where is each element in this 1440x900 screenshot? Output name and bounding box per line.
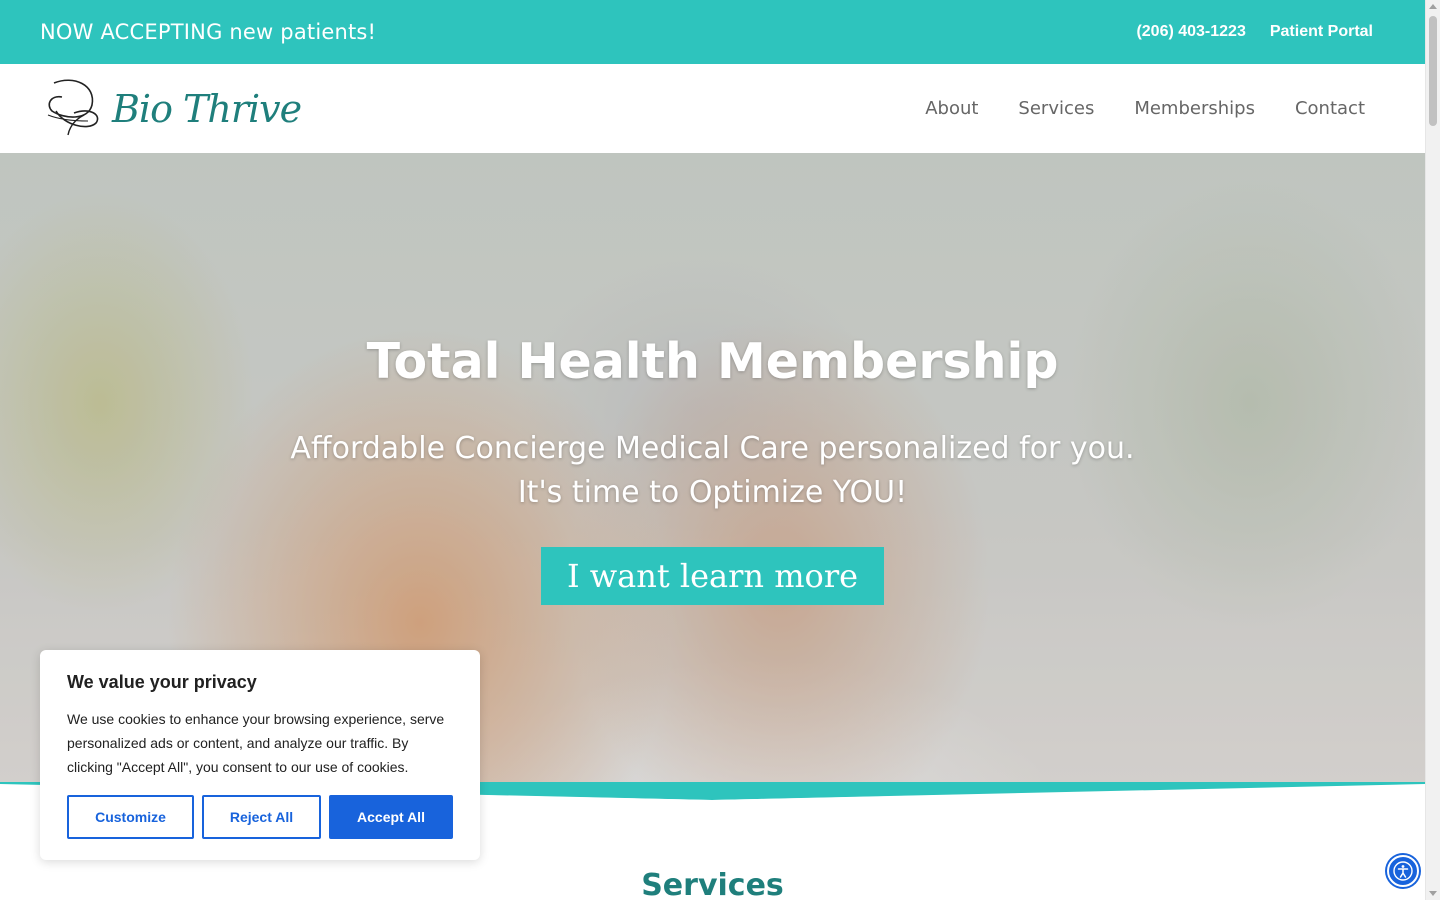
scroll-up-icon[interactable] — [1429, 4, 1437, 9]
services-heading: Services — [641, 868, 784, 900]
nav-services[interactable]: Services — [1018, 98, 1094, 119]
accessibility-button[interactable] — [1387, 855, 1419, 887]
site-logo[interactable]: Bio Thrive — [44, 75, 302, 143]
hero-title: Total Health Membership — [366, 333, 1059, 390]
cookie-title: We value your privacy — [67, 672, 257, 692]
topbar-links: (206) 403-1223 Patient Portal — [1136, 23, 1373, 41]
announcement-bar: NOW ACCEPTING new patients! (206) 403-12… — [0, 0, 1425, 64]
logo-wordmark: Bio Thrive — [112, 86, 302, 131]
customize-button[interactable]: Customize — [67, 795, 194, 839]
accept-all-button[interactable]: Accept All — [329, 795, 453, 839]
learn-more-button[interactable]: I want learn more — [540, 546, 885, 605]
cookie-body: We use cookies to enhance your browsing … — [67, 711, 445, 775]
accessibility-icon — [1393, 861, 1413, 881]
cookie-buttons: Customize Reject All Accept All — [67, 795, 453, 839]
nav-about[interactable]: About — [925, 98, 978, 119]
page-scrollbar[interactable] — [1425, 0, 1440, 900]
nav-contact[interactable]: Contact — [1295, 98, 1365, 119]
scroll-thumb[interactable] — [1429, 16, 1437, 126]
hero-subtitle: Affordable Concierge Medical Care person… — [290, 427, 1134, 515]
butterfly-logo-icon — [47, 78, 99, 135]
site-header: Bio Thrive About Services Memberships Co… — [0, 64, 1425, 153]
patient-portal-link[interactable]: Patient Portal — [1270, 23, 1373, 41]
main-nav: About Services Memberships Contact — [925, 98, 1365, 119]
cookie-consent-banner: We value your privacy We use cookies to … — [40, 650, 480, 860]
hero-subtitle-line1: Affordable Concierge Medical Care person… — [290, 430, 1135, 466]
phone-link[interactable]: (206) 403-1223 — [1136, 23, 1245, 41]
announcement-text: NOW ACCEPTING new patients! — [40, 20, 377, 44]
reject-all-button[interactable]: Reject All — [202, 795, 321, 839]
hero-subtitle-line2: It's time to Optimize YOU! — [517, 474, 908, 510]
scroll-down-icon[interactable] — [1429, 891, 1437, 896]
nav-memberships[interactable]: Memberships — [1134, 98, 1255, 119]
